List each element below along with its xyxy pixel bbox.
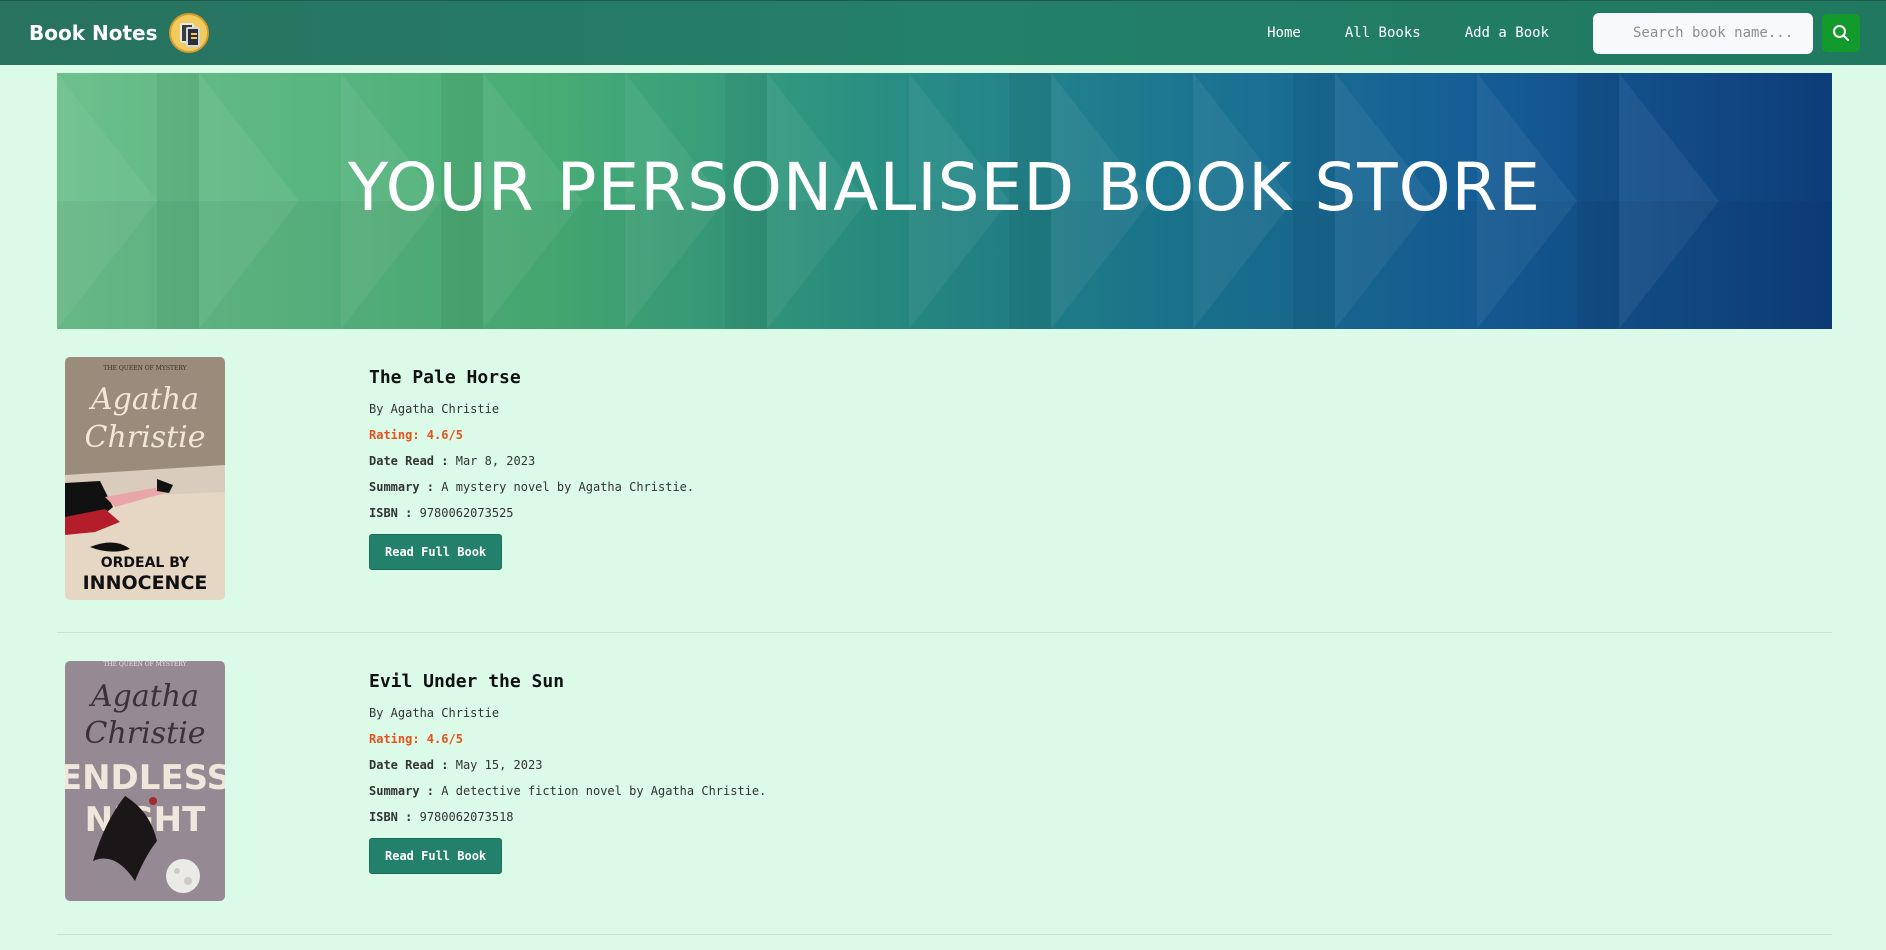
brand-name: Book Notes [29, 21, 158, 45]
books-icon [168, 13, 209, 53]
hero-title: YOUR PERSONALISED BOOK STORE [347, 149, 1542, 226]
book-author: By Agatha Christie [369, 706, 500, 720]
book-summary: Summary : A detective fiction novel by A… [369, 784, 767, 798]
book-rating: Rating: 4.6/5 [369, 428, 463, 442]
svg-text:Christie: Christie [84, 420, 205, 455]
book-info: The Pale Horse By Agatha Christie Rating… [369, 367, 694, 570]
hero-banner: YOUR PERSONALISED BOOK STORE [57, 73, 1832, 329]
search-button[interactable] [1822, 14, 1860, 52]
book-date-read: Date Read : Mar 8, 2023 [369, 454, 536, 468]
nav-link-add-book[interactable]: Add a Book [1465, 25, 1549, 41]
book-cover[interactable]: THE QUEEN OF MYSTERY Agatha Christie ORD… [65, 357, 225, 600]
book-info: Evil Under the Sun By Agatha Christie Ra… [369, 671, 766, 874]
svg-text:Agatha: Agatha [88, 382, 199, 417]
nav-links: Home All Books Add a Book [1267, 12, 1860, 54]
book-cover[interactable]: THE QUEEN OF MYSTERY Agatha Christie END… [65, 661, 225, 901]
nav-link-all-books[interactable]: All Books [1345, 25, 1421, 41]
book-card: THE QUEEN OF MYSTERY Agatha Christie ORD… [57, 339, 1832, 633]
book-rating: Rating: 4.6/5 [369, 732, 463, 746]
search-input[interactable] [1593, 12, 1813, 54]
book-isbn: ISBN : 9780062073525 [369, 506, 514, 520]
read-full-book-button[interactable]: Read Full Book [369, 534, 503, 570]
svg-text:ENDLESS: ENDLESS [65, 758, 225, 798]
book-isbn: ISBN : 9780062073518 [369, 810, 514, 824]
brand-link[interactable]: Book Notes [29, 13, 209, 53]
nav-link-home[interactable]: Home [1267, 25, 1301, 41]
book-card: THE QUEEN OF MYSTERY Agatha Christie END… [57, 633, 1832, 935]
book-title: Evil Under the Sun [369, 671, 565, 692]
book-summary: Summary : A mystery novel by Agatha Chri… [369, 480, 695, 494]
book-date-read: Date Read : May 15, 2023 [369, 758, 543, 772]
book-title: The Pale Horse [369, 367, 521, 388]
svg-text:ORDEAL BY: ORDEAL BY [101, 555, 190, 571]
cover-top-text: THE QUEEN OF MYSTERY [103, 365, 187, 372]
svg-text:Agatha: Agatha [88, 679, 199, 714]
svg-text:INNOCENCE: INNOCENCE [83, 572, 208, 594]
book-author: By Agatha Christie [369, 402, 500, 416]
navbar: Book Notes Home All Books Add a Book [0, 0, 1886, 65]
read-full-book-button[interactable]: Read Full Book [369, 838, 503, 874]
search-icon [1833, 25, 1849, 41]
cover-top-text: THE QUEEN OF MYSTERY [103, 661, 187, 668]
svg-text:Christie: Christie [84, 716, 205, 751]
